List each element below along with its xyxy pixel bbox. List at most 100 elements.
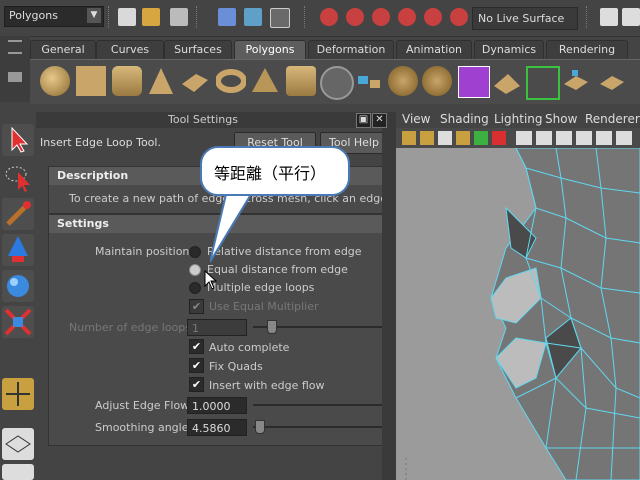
append-polygon-icon[interactable]: [598, 66, 628, 96]
close-icon[interactable]: ✕: [372, 113, 387, 128]
lighting-icon[interactable]: [596, 131, 612, 145]
panel-divider[interactable]: [388, 112, 396, 480]
camera-icon[interactable]: [402, 131, 416, 145]
scale-tool-icon[interactable]: [2, 306, 34, 338]
shelf-options-icon[interactable]: [8, 40, 22, 54]
tab-surfaces[interactable]: Surfaces: [164, 40, 232, 59]
tab-polygons[interactable]: Polygons: [234, 40, 306, 59]
chevron-down-icon[interactable]: ▼: [87, 8, 101, 23]
num-edge-loops-slider-handle[interactable]: [267, 320, 277, 334]
tab-animation[interactable]: Animation: [396, 40, 472, 59]
extrude-icon[interactable]: [458, 66, 490, 98]
fix-quads-checkbox[interactable]: ✔: [189, 358, 204, 373]
textured-icon[interactable]: [576, 131, 592, 145]
render-icon[interactable]: [622, 8, 640, 26]
poly-cylinder-icon[interactable]: [112, 66, 142, 96]
paint-select-tool-icon[interactable]: [2, 198, 34, 230]
auto-complete-checkbox[interactable]: ✔: [189, 339, 204, 354]
last-tool-icon[interactable]: [2, 378, 34, 410]
float-panel-icon[interactable]: ▣: [356, 113, 371, 128]
shelf-editor-icon[interactable]: [8, 72, 22, 82]
menu-lighting[interactable]: Lighting: [494, 112, 543, 126]
smooth-icon[interactable]: [388, 66, 418, 96]
equal-distance-radio[interactable]: [189, 264, 201, 276]
callout-pointer: [209, 185, 270, 266]
menu-show[interactable]: Show: [545, 112, 577, 126]
adjust-edge-flow-label: Adjust Edge Flow: [95, 399, 190, 412]
use-equal-multiplier-checkbox[interactable]: ✔: [189, 299, 204, 314]
layout-icon[interactable]: [2, 428, 34, 460]
grid-icon[interactable]: [474, 131, 488, 145]
combine-icon[interactable]: [320, 66, 354, 100]
3d-viewport[interactable]: [396, 148, 640, 480]
snap-curve-icon[interactable]: [346, 8, 364, 26]
select-hierarchy-icon[interactable]: [218, 8, 236, 26]
camera-attr-icon[interactable]: [420, 131, 434, 145]
save-scene-icon[interactable]: [170, 8, 188, 26]
magnet-icon[interactable]: [450, 8, 468, 26]
smoothing-angle-slider[interactable]: [253, 426, 383, 428]
face-mesh[interactable]: [396, 148, 640, 480]
new-scene-icon[interactable]: [118, 8, 136, 26]
poly-cone-icon[interactable]: [146, 66, 176, 96]
viewport-toolbar: [396, 128, 640, 149]
tool-settings-title: Tool Settings: [168, 113, 238, 126]
annotation-callout: 等距離（平行）: [200, 146, 350, 196]
lasso-tool-icon[interactable]: [2, 162, 34, 194]
poly-pipe-icon[interactable]: [286, 66, 316, 96]
adjust-edge-flow-slider[interactable]: [253, 404, 383, 406]
wireframe-icon[interactable]: [516, 131, 532, 145]
poly-torus-icon[interactable]: [215, 66, 247, 96]
poly-cube-icon[interactable]: [76, 66, 106, 96]
move-tool-icon[interactable]: [2, 234, 34, 266]
bridge-icon[interactable]: [562, 66, 592, 96]
image-plane-icon[interactable]: [456, 131, 470, 145]
menu-shading[interactable]: Shading: [440, 112, 489, 126]
fix-quads-label: Fix Quads: [209, 360, 263, 373]
shelf-icons: [30, 59, 640, 104]
xray-icon[interactable]: [616, 131, 632, 145]
bookmark-icon[interactable]: [438, 131, 452, 145]
snap-view-plane-icon[interactable]: [398, 8, 416, 26]
multiple-edge-loops-radio[interactable]: [189, 282, 201, 294]
reduce-icon[interactable]: [422, 66, 452, 96]
menu-view[interactable]: View: [402, 112, 430, 126]
layout-icon-2[interactable]: [2, 464, 34, 480]
poly-plane-icon[interactable]: [180, 66, 210, 96]
film-gate-icon[interactable]: [492, 131, 506, 145]
adjust-edge-flow-field[interactable]: 1.0000: [187, 397, 247, 414]
auto-complete-label: Auto complete: [209, 341, 290, 354]
live-surface-field[interactable]: No Live Surface: [472, 7, 578, 30]
poly-pyramid-icon[interactable]: [250, 66, 280, 96]
render-view-icon[interactable]: [600, 8, 618, 26]
smoothing-angle-field[interactable]: 4.5860: [187, 419, 247, 436]
num-edge-loops-label: Number of edge loops:: [69, 321, 195, 334]
tab-dynamics[interactable]: Dynamics: [474, 40, 544, 59]
tab-deformation[interactable]: Deformation: [308, 40, 394, 59]
tab-rendering[interactable]: Rendering: [546, 40, 628, 59]
smooth-shade-icon[interactable]: [536, 131, 552, 145]
snap-point-icon[interactable]: [372, 8, 390, 26]
open-scene-icon[interactable]: [142, 8, 160, 26]
wireframe-on-shaded-icon[interactable]: [556, 131, 572, 145]
insert-edge-loop-icon[interactable]: [526, 66, 560, 100]
tab-curves[interactable]: Curves: [96, 40, 164, 59]
tab-general[interactable]: General: [30, 40, 96, 59]
separate-icon[interactable]: [354, 66, 384, 96]
insert-edge-flow-checkbox[interactable]: ✔: [189, 377, 204, 392]
select-tool-icon[interactable]: [2, 124, 34, 156]
toolbox: [0, 112, 36, 480]
mode-selector[interactable]: Polygons ▼: [4, 6, 104, 27]
rotate-tool-icon[interactable]: [2, 270, 34, 302]
select-object-icon[interactable]: [244, 8, 262, 26]
relative-distance-radio[interactable]: [189, 246, 201, 258]
bevel-icon[interactable]: [492, 66, 522, 96]
select-component-icon[interactable]: [270, 8, 290, 28]
num-edge-loops-field[interactable]: 1: [187, 319, 247, 336]
shelf-menu: [0, 36, 30, 102]
menu-renderer[interactable]: Renderer: [585, 112, 640, 126]
smoothing-angle-slider-handle[interactable]: [255, 420, 265, 434]
snap-grid-icon[interactable]: [320, 8, 338, 26]
poly-sphere-icon[interactable]: [40, 66, 70, 96]
make-live-icon[interactable]: [424, 8, 442, 26]
